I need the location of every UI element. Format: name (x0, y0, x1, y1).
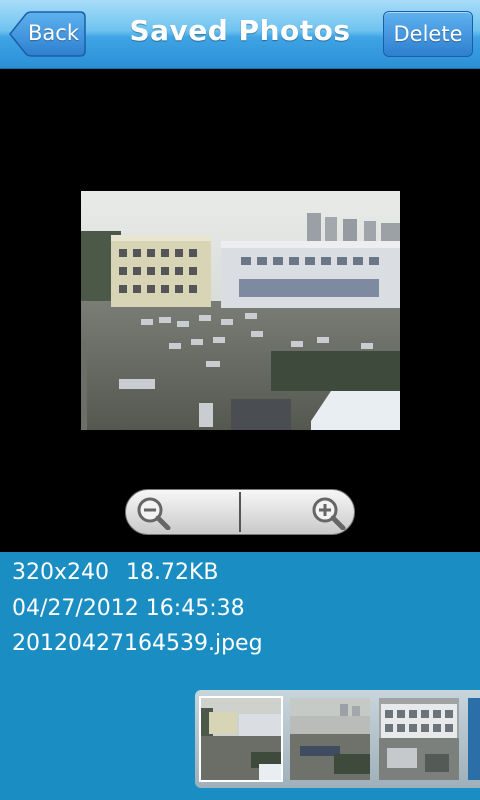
zoom-out-icon (137, 497, 171, 530)
thumbnail-item[interactable] (379, 698, 459, 780)
photo-preview[interactable] (81, 191, 400, 430)
zoom-in-icon (312, 497, 346, 530)
zoom-in-button[interactable] (241, 490, 354, 534)
photo-filename: 20120427164539.jpeg (12, 631, 263, 656)
thumbnail-image (290, 698, 370, 780)
thumbnail-image (201, 698, 281, 780)
zoom-control (125, 489, 355, 535)
thumbnail-image (468, 698, 480, 780)
title-bar: Back Saved Photos Delete (0, 0, 480, 69)
photo-image (81, 191, 400, 430)
delete-button[interactable]: Delete (383, 11, 473, 57)
zoom-out-button[interactable] (126, 490, 239, 534)
thumbnail-item[interactable] (468, 698, 480, 780)
thumbnail-image (379, 698, 459, 780)
photo-date: 04/27/2012 16:45:38 (12, 596, 245, 621)
thumbnail-strip[interactable] (195, 690, 480, 788)
photo-file-size: 18.72KB (126, 560, 219, 585)
photo-resolution: 320x240 (12, 560, 110, 585)
thumbnail-item[interactable] (199, 696, 283, 782)
thumbnail-item[interactable] (290, 698, 370, 780)
